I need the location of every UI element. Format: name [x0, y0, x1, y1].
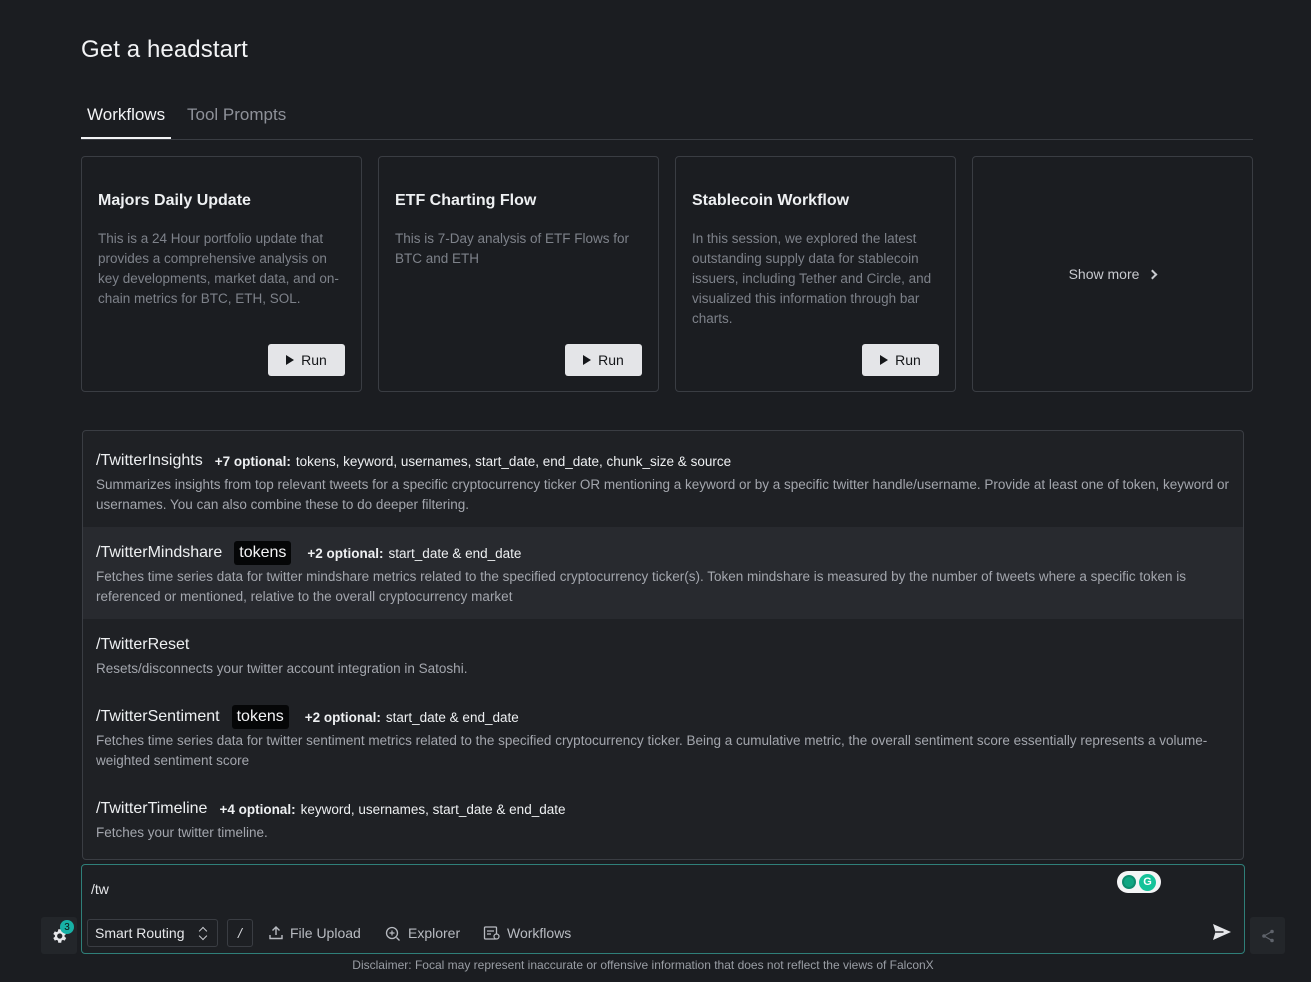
optional-values: tokens, keyword, usernames, start_date, …	[295, 453, 732, 469]
chevron-updown-icon	[199, 927, 207, 940]
command-name: /TwitterSentiment	[96, 708, 220, 725]
chat-input[interactable]: /tw	[91, 881, 109, 897]
disclaimer: Disclaimer: Focal may represent inaccura…	[352, 958, 934, 972]
command-description: Fetches time series data for twitter min…	[96, 569, 1186, 604]
optional-values: start_date & end_date	[388, 545, 522, 561]
command-item[interactable]: /TwitterMindshare tokens +2 optional: st…	[83, 527, 1243, 619]
run-label: Run	[301, 352, 327, 368]
command-description: Fetches your twitter timeline.	[96, 825, 268, 840]
card-description: In this session, we explored the latest …	[692, 231, 932, 326]
notification-badge: 3	[60, 920, 74, 934]
explorer-button[interactable]: Explorer	[384, 919, 460, 947]
required-token-chip: tokens	[234, 541, 292, 565]
run-button[interactable]: Run	[862, 344, 939, 376]
upload-icon	[269, 926, 283, 940]
command-name: /TwitterReset	[96, 636, 190, 653]
workflow-card[interactable]: ETF Charting Flow This is 7-Day analysis…	[378, 156, 659, 392]
workflows-button[interactable]: Workflows	[483, 919, 571, 947]
routing-value: Smart Routing	[95, 925, 185, 941]
send-icon	[1213, 924, 1231, 940]
play-icon	[286, 355, 295, 365]
tab-tool-prompts[interactable]: Tool Prompts	[181, 105, 292, 137]
tab-workflows[interactable]: Workflows	[81, 105, 172, 139]
optional-label: +2 optional:	[307, 545, 384, 561]
run-label: Run	[598, 352, 624, 368]
command-description: Summarizes insights from top relevant tw…	[96, 477, 1229, 512]
workflows-icon	[483, 926, 500, 940]
page-title: Get a headstart	[81, 36, 248, 63]
optional-label: +4 optional:	[219, 801, 296, 817]
grammarly-icon: G	[1139, 873, 1156, 891]
input-toolbar: Smart Routing / File Upload Explorer Wor…	[82, 913, 1244, 953]
command-item[interactable]: /TwitterSentiment tokens +2 optional: st…	[83, 691, 1243, 783]
grammarly-widget[interactable]: G	[1117, 871, 1161, 893]
tab-bar: Workflows Tool Prompts	[81, 100, 1253, 140]
optional-values: keyword, usernames, start_date & end_dat…	[300, 801, 566, 817]
explorer-label: Explorer	[408, 925, 461, 941]
command-item[interactable]: /TwitterReset Resets/disconnects your tw…	[83, 619, 1243, 691]
command-name: /TwitterMindshare	[96, 544, 223, 561]
play-icon	[880, 355, 889, 365]
command-suggestions: /TwitterInsights +7 optional: tokens, ke…	[82, 430, 1244, 860]
workflows-label: Workflows	[507, 925, 572, 941]
run-label: Run	[895, 352, 921, 368]
optional-label: +7 optional:	[214, 453, 291, 469]
file-upload-button[interactable]: File Upload	[268, 919, 361, 947]
chat-input-box: /tw G Smart Routing / File Upload Explor…	[81, 864, 1245, 954]
card-description: This is 7-Day analysis of ETF Flows for …	[395, 231, 630, 266]
command-description: Resets/disconnects your twitter account …	[96, 661, 468, 676]
command-description: Fetches time series data for twitter sen…	[96, 733, 1208, 768]
routing-select[interactable]: Smart Routing	[87, 919, 218, 947]
share-button[interactable]	[1250, 917, 1285, 954]
command-name: /TwitterInsights	[96, 452, 203, 469]
slash-command-button[interactable]: /	[227, 919, 253, 947]
settings-button[interactable]: 3	[41, 917, 77, 954]
show-more-card[interactable]: Show more	[972, 156, 1253, 392]
workflow-card[interactable]: Stablecoin Workflow In this session, we …	[675, 156, 956, 392]
assist-icon	[1122, 875, 1136, 889]
optional-values: start_date & end_date	[385, 709, 519, 725]
optional-label: +2 optional:	[304, 709, 381, 725]
chevron-right-icon	[1147, 269, 1158, 280]
card-title: Majors Daily Update	[98, 192, 251, 209]
show-more-label: Show more	[1068, 266, 1140, 282]
explorer-icon	[385, 926, 400, 941]
send-button[interactable]	[1212, 923, 1232, 941]
run-button[interactable]: Run	[565, 344, 642, 376]
command-item[interactable]: /TwitterTimeline +4 optional: keyword, u…	[83, 783, 1243, 859]
file-upload-label: File Upload	[290, 925, 361, 941]
card-title: ETF Charting Flow	[395, 192, 537, 209]
play-icon	[583, 355, 592, 365]
share-icon	[1261, 929, 1274, 942]
command-name: /TwitterTimeline	[96, 800, 208, 817]
command-item[interactable]: /TwitterInsights +7 optional: tokens, ke…	[83, 431, 1243, 527]
card-title: Stablecoin Workflow	[692, 192, 850, 209]
workflow-card[interactable]: Majors Daily Update This is a 24 Hour po…	[81, 156, 362, 392]
run-button[interactable]: Run	[268, 344, 345, 376]
required-token-chip: tokens	[231, 705, 289, 729]
card-description: This is a 24 Hour portfolio update that …	[98, 231, 339, 306]
